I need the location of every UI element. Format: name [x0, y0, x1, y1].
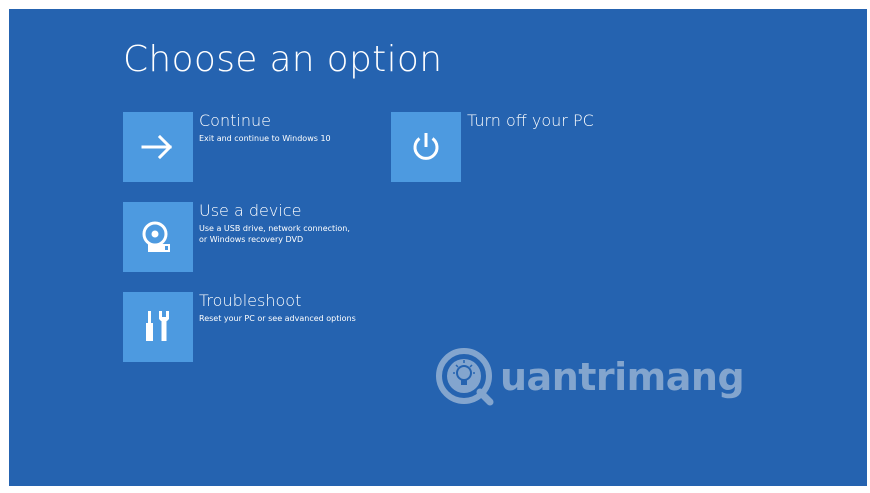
page-title: Choose an option: [123, 39, 443, 80]
recovery-screen: Choose an option Continue Exit and conti…: [9, 9, 867, 486]
power-icon: [413, 133, 439, 160]
option-label: Use a device: [199, 201, 302, 220]
watermark-text: uantrimang: [500, 355, 745, 399]
option-description: Reset your PC or see advanced options: [199, 314, 356, 323]
arrow-right-icon: [141, 134, 173, 160]
option-label: Turn off your PC: [467, 111, 594, 130]
disc-drive-icon: [142, 221, 170, 252]
option-label: Troubleshoot: [199, 291, 302, 310]
use-a-device-text: Use a device Use a USB drive, network co…: [199, 202, 409, 245]
option-description: Exit and continue to Windows 10: [199, 134, 331, 143]
turn-off-tile[interactable]: [391, 112, 461, 182]
use-a-device-option[interactable]: Use a device Use a USB drive, network co…: [123, 202, 403, 272]
option-description: Use a USB drive, network connection, or …: [199, 224, 350, 244]
turn-off-option[interactable]: Turn off your PC: [391, 112, 671, 182]
troubleshoot-text: Troubleshoot Reset your PC or see advanc…: [199, 292, 409, 324]
use-a-device-tile[interactable]: [123, 202, 193, 272]
continue-text: Continue Exit and continue to Windows 10: [199, 112, 409, 144]
turn-off-text: Turn off your PC: [467, 112, 677, 130]
lightbulb-logo-icon: [436, 348, 494, 406]
option-label: Continue: [199, 111, 271, 130]
tools-icon: [146, 311, 169, 341]
watermark: uantrimang: [434, 345, 745, 409]
continue-tile[interactable]: [123, 112, 193, 182]
troubleshoot-option[interactable]: Troubleshoot Reset your PC or see advanc…: [123, 292, 403, 362]
troubleshoot-tile[interactable]: [123, 292, 193, 362]
continue-option[interactable]: Continue Exit and continue to Windows 10: [123, 112, 403, 182]
